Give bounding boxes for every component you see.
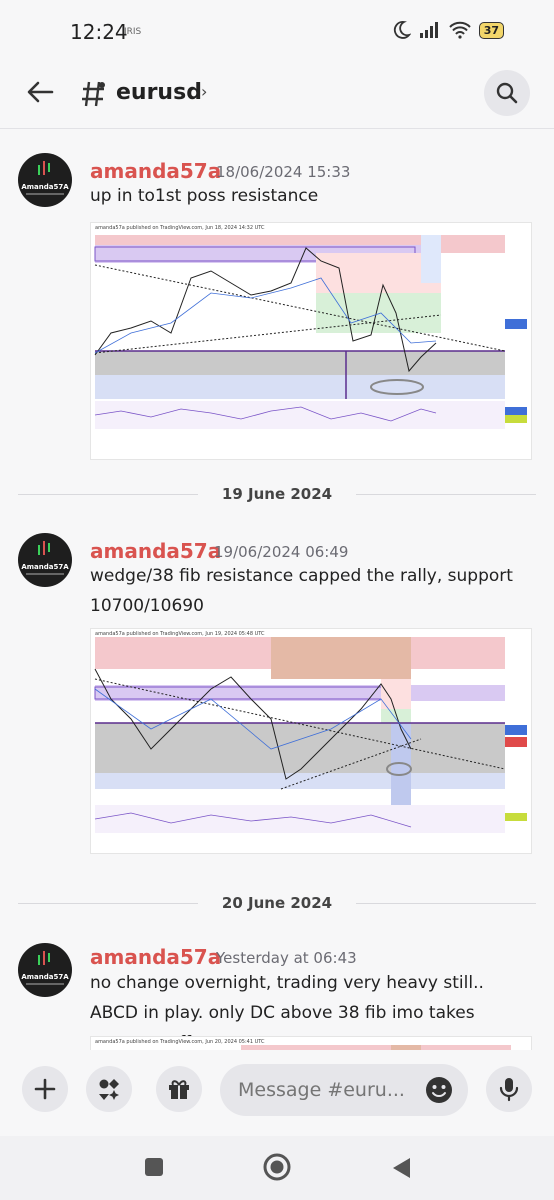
- signal-icon: [419, 22, 438, 38]
- moon-icon: [393, 21, 411, 39]
- clock: 12:24: [70, 20, 128, 44]
- author-name[interactable]: amanda57a: [90, 945, 221, 969]
- message-2[interactable]: Amanda57A amanda57a 19/06/2024 06:49 wed…: [0, 530, 554, 870]
- chevron-right-icon[interactable]: ›: [201, 82, 207, 101]
- author-name[interactable]: amanda57a: [90, 159, 221, 183]
- mic-icon: [499, 1078, 519, 1102]
- status-bar: 12:24 IRIS 37: [0, 0, 554, 62]
- channel-header: eurusd ›: [0, 62, 554, 129]
- back-button[interactable]: [390, 1156, 412, 1180]
- author-name[interactable]: amanda57a: [90, 539, 221, 563]
- message-1[interactable]: Amanda57A amanda57a 18/06/2024 15:33 up …: [0, 150, 554, 470]
- message-text: up in to1st poss resistance: [90, 186, 319, 206]
- message-text: wedge/38 fib resistance capped the rally…: [90, 566, 513, 616]
- apps-icon: [99, 1079, 119, 1100]
- avatar-label: Amanda57A: [21, 973, 69, 981]
- voice-message-button[interactable]: [486, 1066, 532, 1112]
- date-divider-label: 19 June 2024: [221, 485, 333, 503]
- price-chart: [241, 1045, 511, 1050]
- gift-button[interactable]: [156, 1066, 202, 1112]
- message-timestamp: Yesterday at 06:43: [216, 949, 357, 967]
- system-nav-bar: [0, 1136, 554, 1200]
- home-button[interactable]: [262, 1152, 292, 1182]
- avatar-label: Amanda57A: [21, 563, 69, 571]
- wifi-icon: [448, 21, 471, 39]
- date-divider: 19 June 2024: [18, 485, 536, 503]
- avatar-label: Amanda57A: [21, 183, 69, 191]
- message-composer: [0, 1050, 554, 1136]
- date-divider: 20 June 2024: [18, 894, 536, 912]
- search-button[interactable]: [484, 70, 530, 116]
- plus-icon: [34, 1078, 56, 1100]
- channel-title[interactable]: eurusd: [116, 80, 202, 105]
- emoji-icon[interactable]: [424, 1075, 454, 1105]
- recents-button[interactable]: [143, 1156, 165, 1178]
- search-icon: [496, 82, 518, 104]
- gift-icon: [169, 1080, 189, 1099]
- avatar[interactable]: Amanda57A: [18, 533, 72, 587]
- price-chart: [94, 637, 527, 833]
- battery-indicator: 37: [478, 21, 504, 39]
- back-arrow-icon[interactable]: [24, 76, 56, 108]
- message-timestamp: 19/06/2024 06:49: [214, 543, 349, 561]
- carrier-tag: IRIS: [124, 27, 142, 37]
- chart-image[interactable]: amanda57a published on TradingView.com, …: [90, 222, 532, 460]
- chart-image[interactable]: amanda57a published on TradingView.com, …: [90, 1036, 532, 1050]
- message-timestamp: 18/06/2024 15:33: [216, 163, 351, 181]
- hash-icon: [82, 81, 105, 107]
- avatar[interactable]: Amanda57A: [18, 943, 72, 997]
- attach-button[interactable]: [22, 1066, 68, 1112]
- avatar[interactable]: Amanda57A: [18, 153, 72, 207]
- chart-image[interactable]: amanda57a published on TradingView.com, …: [90, 628, 532, 854]
- apps-button[interactable]: [86, 1066, 132, 1112]
- date-divider-label: 20 June 2024: [221, 894, 333, 912]
- message-3[interactable]: Amanda57A amanda57a Yesterday at 06:43 n…: [0, 940, 554, 1050]
- price-chart: [94, 235, 527, 429]
